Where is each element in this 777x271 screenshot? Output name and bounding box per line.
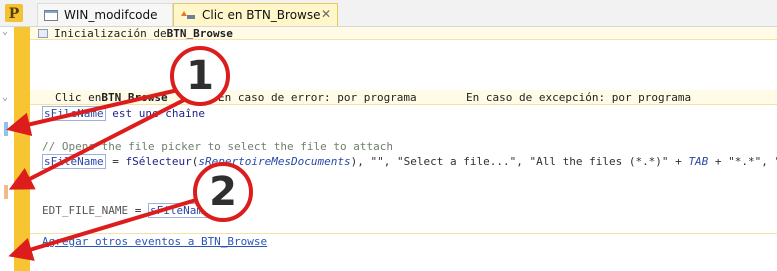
string-args: ), "", "Select a file...", "All the file… (350, 155, 689, 168)
code-comment[interactable]: // Opens the file picker to select the f… (42, 140, 393, 154)
app-logo-letter: P (9, 6, 20, 22)
procedure-icon (38, 28, 48, 38)
tab-label: WIN_modifcode (64, 8, 158, 22)
fold-chevron-icon[interactable]: ⌄ (2, 93, 12, 103)
exception-handling-setting[interactable]: En caso de excepción: por programa (466, 90, 691, 104)
callout-number: 2 (209, 169, 237, 215)
app-logo-icon[interactable]: P (4, 3, 24, 23)
process-margin-bar (14, 27, 30, 271)
close-icon[interactable]: ✕ (321, 7, 331, 21)
operator-token: = (128, 204, 148, 217)
section-header-click[interactable]: Clic en BTN_Browse (55, 90, 168, 104)
exception-handling-label: En caso de excepción: por programa (466, 90, 692, 104)
callout-1-badge: 1 (170, 46, 230, 106)
section-separator (30, 233, 777, 234)
variable-token[interactable]: sFileName (42, 106, 106, 121)
section-header-init[interactable]: Inicialización de BTN_Browse (38, 26, 233, 40)
code-line-1[interactable]: sFileName est une chaîne (42, 106, 205, 121)
section-control-name: BTN_Browse (166, 26, 233, 40)
operator-token: = (105, 155, 126, 168)
tab-win-modifcode[interactable]: WIN_modifcode (37, 3, 173, 26)
error-handling-label: En caso de error: por programa (218, 90, 417, 104)
variable-token[interactable]: sFileName (42, 154, 106, 169)
section-separator (30, 39, 777, 40)
section-prefix: Clic en (55, 90, 102, 104)
section-separator (30, 104, 777, 105)
editor-tab-bar: P WIN_modifcode Clic en BTN_Browse ✕ (0, 0, 777, 27)
callout-number: 1 (186, 53, 214, 99)
callout-2-badge: 2 (193, 162, 253, 222)
add-events-link[interactable]: Agregar otros eventos a BTN_Browse (42, 235, 267, 249)
control-token: EDT_FILE_NAME (42, 204, 129, 217)
error-handling-setting[interactable]: En caso de error: por programa (218, 90, 417, 104)
fold-chevron-icon[interactable]: ⌄ (2, 27, 12, 37)
string-args-end: + "*.*", "*.* (714, 155, 777, 168)
code-line-4[interactable]: EDT_FILE_NAME = sFileName (42, 203, 212, 218)
section-control-name: BTN_Browse (101, 90, 168, 104)
code-line-3[interactable]: sFileName = fSélecteur(sRepertoireMesDoc… (42, 154, 777, 169)
tab-label: Clic en BTN_Browse (202, 8, 321, 22)
tab-constant: TAB (688, 155, 709, 168)
section-prefix: Inicialización de (54, 26, 167, 40)
keyword-token: est une (105, 107, 166, 120)
annotation-arrows (6, 88, 197, 261)
tab-clic-en-btn-browse[interactable]: Clic en BTN_Browse ✕ (173, 3, 338, 26)
window-icon (44, 9, 58, 21)
type-token: chaîne (165, 107, 205, 120)
event-icon (181, 11, 195, 19)
function-token[interactable]: fSélecteur (125, 155, 191, 168)
change-marker-orange (4, 185, 8, 199)
change-marker-blue (4, 122, 8, 136)
